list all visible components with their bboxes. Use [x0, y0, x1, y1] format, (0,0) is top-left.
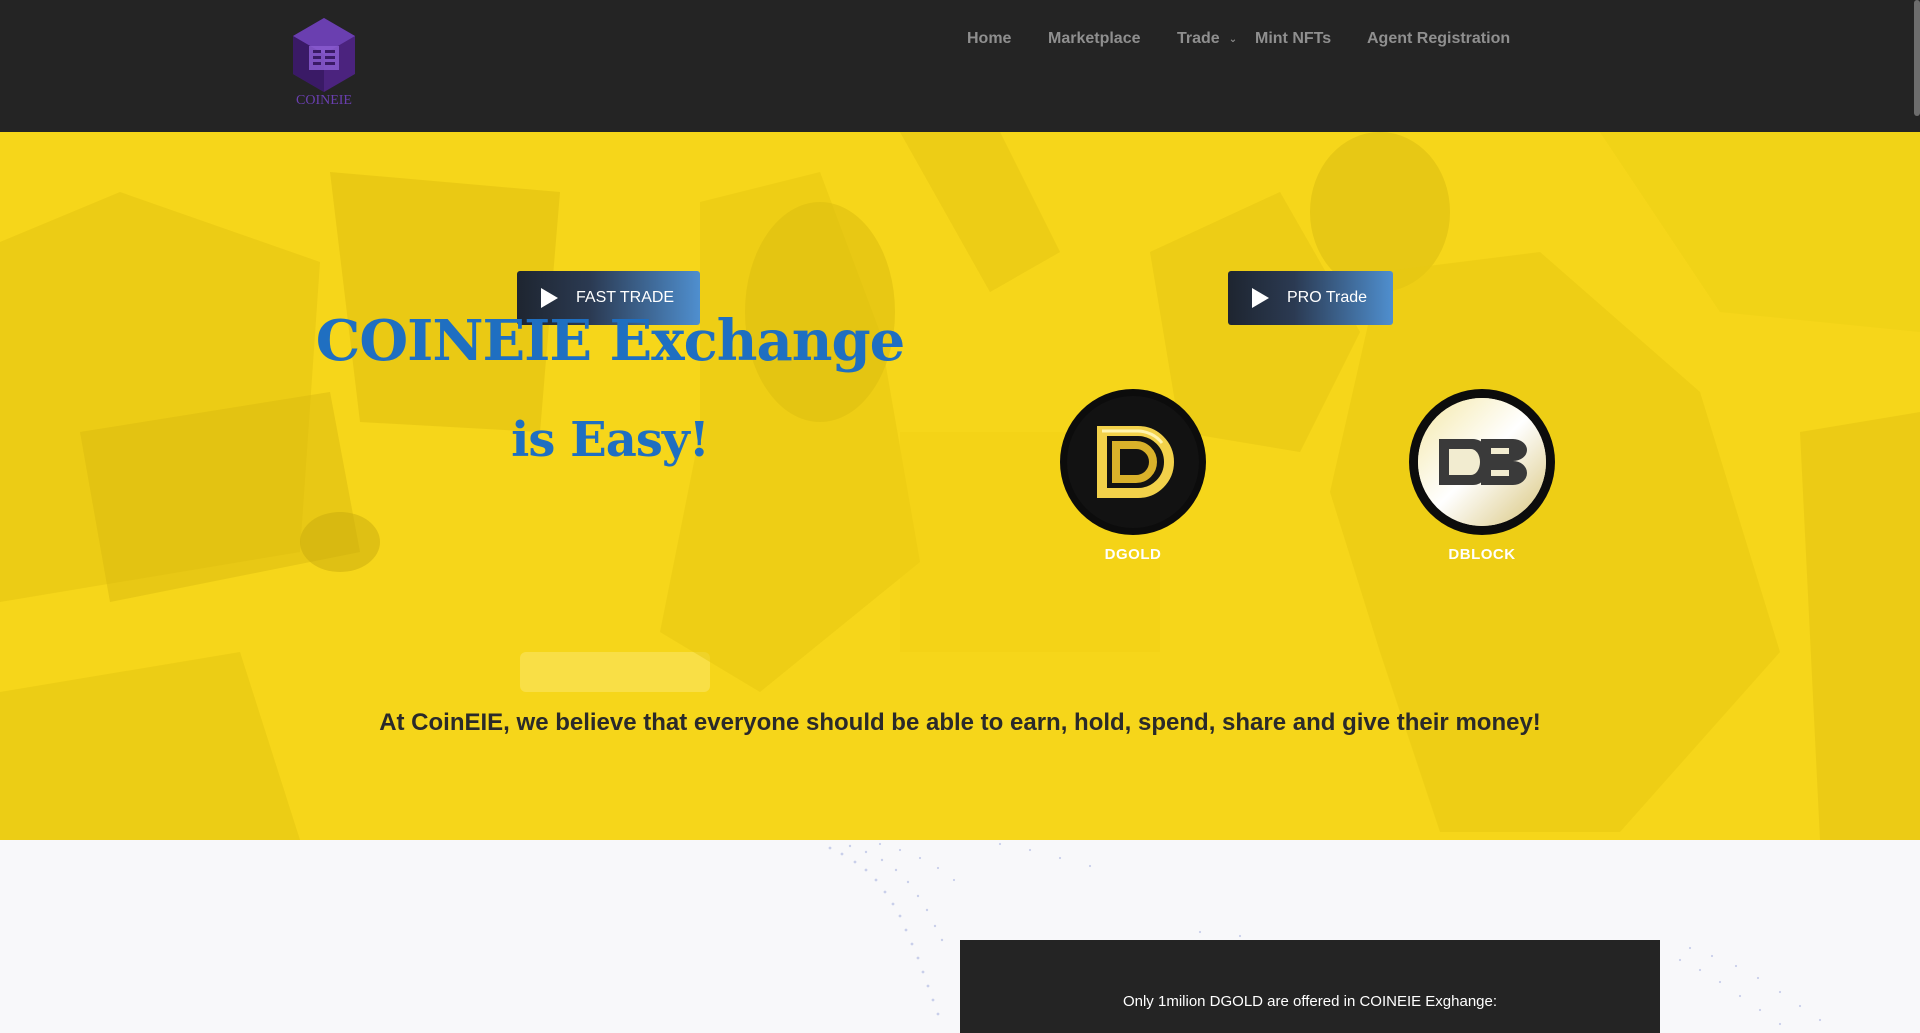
hero-tagline: At CoinEIE, we believe that everyone sho…	[379, 709, 1541, 736]
offer-panel: Only 1milion DGOLD are offered in COINEI…	[960, 940, 1660, 1033]
dblock-coin[interactable]: DBLOCK	[1409, 389, 1555, 563]
offer-section: Only 1milion DGOLD are offered in COINEI…	[0, 840, 1920, 1033]
dgold-label: DGOLD	[1104, 546, 1162, 563]
coineie-logo[interactable]: COINEIE	[288, 16, 360, 116]
hero-section: FAST TRADE PRO Trade COINEIE Exchange is…	[0, 132, 1920, 840]
coineie-logo-icon	[293, 18, 355, 92]
play-icon	[541, 288, 558, 308]
nav-trade[interactable]: Trade ⌄	[1177, 30, 1237, 48]
scrollbar[interactable]	[1914, 0, 1920, 116]
dgold-coin-icon	[1060, 389, 1206, 535]
play-icon	[1252, 288, 1269, 308]
offer-text: Only 1milion DGOLD are offered in COINEI…	[1122, 993, 1498, 1010]
nav-agent-registration[interactable]: Agent Registration	[1367, 30, 1510, 48]
pro-trade-button[interactable]: PRO Trade	[1228, 271, 1393, 325]
chevron-down-icon: ⌄	[1228, 34, 1238, 45]
nav-trade-label: Trade	[1177, 30, 1220, 47]
dblock-label: DBLOCK	[1448, 546, 1516, 563]
logo-text: COINEIE	[296, 93, 352, 108]
nav-home[interactable]: Home	[967, 30, 1011, 48]
fast-trade-label: FAST TRADE	[576, 289, 675, 306]
nav-marketplace[interactable]: Marketplace	[1048, 30, 1141, 48]
dblock-coin-icon	[1409, 389, 1555, 535]
pro-trade-label: PRO Trade	[1287, 289, 1368, 306]
dgold-coin[interactable]: DGOLD	[1060, 389, 1206, 563]
site-header: COINEIE Home Marketplace Trade ⌄ Mint NFT…	[0, 0, 1920, 132]
hero-title: COINEIE Exchange	[315, 308, 905, 374]
nav-mint-nfts[interactable]: Mint NFTs	[1255, 30, 1331, 48]
hero-subtitle: is Easy!	[511, 412, 710, 468]
